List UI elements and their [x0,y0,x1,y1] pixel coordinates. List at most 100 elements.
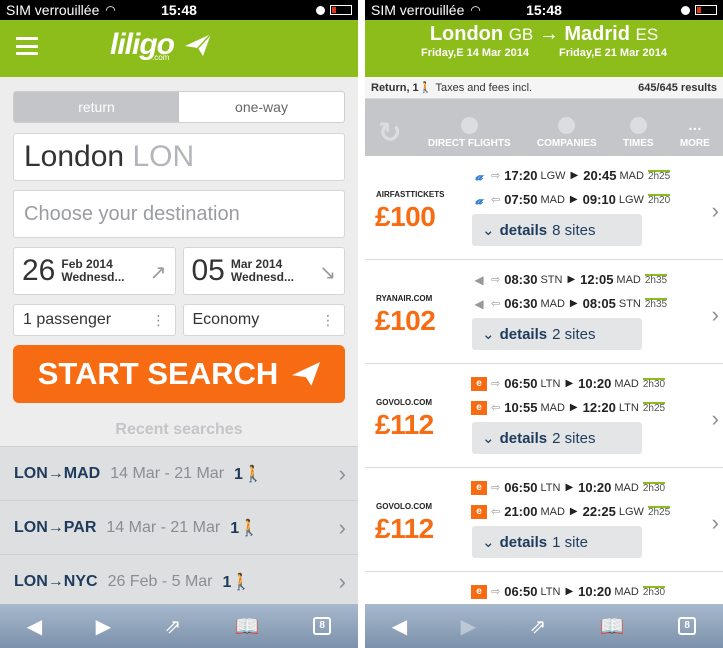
airline-name: AIRFASTTICKETS [376,190,445,199]
filter-times[interactable]: TIMES [623,117,654,149]
arrow-icon: ▶ [565,378,574,389]
more-vertical-icon: ⋮ [151,311,166,328]
inbound-date: Friday,E 21 Mar 2014 [559,47,668,59]
chevron-right-icon: › [711,302,719,327]
filter-bar: ↻ DIRECT FLIGHTS COMPANIES TIMES … MORE [365,99,723,156]
forward-icon: ▶ [460,615,477,638]
refresh-button[interactable]: ↻ [378,116,401,149]
tab-one-way[interactable]: one-way [179,92,344,122]
duration-label: 2h25 [642,402,666,414]
share-icon[interactable]: ⇗ [530,614,547,639]
menu-icon[interactable] [16,37,38,55]
duration-label: 2h25 [647,170,671,182]
airline-logo-icon: e [471,504,487,519]
tab-return[interactable]: return [14,92,179,122]
takeoff-icon: ⇨ [491,274,501,286]
share-icon[interactable]: ⇗ [165,614,182,639]
chevron-right-icon: › [711,406,719,431]
landing-icon: ⇦ [491,402,501,414]
recent-searches-title: Recent searches [115,421,243,438]
airline-logo-icon: 𝓪 [475,167,483,183]
chevron-down-icon: ⌄ [482,430,495,447]
person-icon: 🚶 [242,465,263,483]
filter-companies[interactable]: COMPANIES [537,117,597,149]
airline-logo-icon: ◀ [474,272,484,287]
person-icon: 🚶 [239,519,260,537]
landing-icon: ⇦ [491,194,501,206]
result-row[interactable]: GOVOLO.COM £112 e ⇨ 06:50 LTN ▶ 10:20 MAD 2h30 e ⇦ 1… [365,364,723,468]
back-icon[interactable]: ◀ [27,614,42,639]
chevron-right-icon: › [338,514,346,540]
details-button[interactable]: ⌄ details 8 sites [472,214,642,246]
recent-searches-list: LON→MAD 14 Mar - 21 Mar 1🚶 › LON→PAR 14 … [0,446,358,608]
tabs-icon[interactable]: 8 [678,617,697,635]
arrow-icon: ▶ [569,506,578,517]
landing-icon: ⇦ [491,506,501,518]
results-count: 645/645 results [638,81,717,94]
airline-logo-icon: e [471,376,487,391]
arrow-icon: ▶ [565,586,574,597]
recent-search-item[interactable]: LON→NYC 26 Feb - 5 Mar 1🚶 › [0,554,358,608]
app-logo: liligo .com [110,28,212,62]
takeoff-icon: ⇨ [491,170,501,182]
back-icon[interactable]: ◀ [392,614,407,639]
arrow-icon: ▶ [569,298,578,309]
flight-leg: 𝓪 ⇦ 07:50 MAD ▶ 09:10 LGW 2h20 [471,192,671,207]
carrier-label: SIM verrouillée [371,2,465,18]
result-row[interactable]: AIRFASTTICKETS £100 𝓪 ⇨ 17:20 LGW ▶ 20:45 MAD 2h2… [365,156,723,260]
duration-label: 2h35 [644,274,668,286]
filter-more[interactable]: … MORE [680,117,710,149]
airline-logo-icon: e [471,584,487,599]
return-date-field[interactable]: 05 Mar 2014 Wednesd... ↘ [182,247,345,295]
airline-logo-icon: e [471,400,487,415]
duration-label: 2h30 [642,482,666,494]
result-row[interactable]: RYANAIR.COM £102 ◀ ⇨ 08:30 STN ▶ 12:05 MAD 2h35 ◀ ⇦… [365,260,723,364]
flight-leg: e ⇦ 21:00 MAD ▶ 22:25 LGW 2h25 [471,504,671,519]
origin-code: LON [132,140,195,173]
bookmarks-icon[interactable]: 📖 [235,614,260,639]
more-vertical-icon: ⋮ [321,311,335,328]
price-label: £112 [375,513,434,544]
chevron-right-icon: › [338,460,346,486]
flight-leg: ◀ ⇨ 08:30 STN ▶ 12:05 MAD 2h35 [471,272,668,287]
search-screen: SIM verrouillée ◠ 15:48 liligo .com retu… [0,0,358,648]
arrow-down-right-icon: ↘ [319,262,336,284]
forward-icon[interactable]: ▶ [96,614,111,639]
price-label: £112 [375,409,434,440]
filter-direct-flights[interactable]: DIRECT FLIGHTS [428,117,511,149]
cabin-select[interactable]: Economy ⋮ [182,304,345,336]
route-title: London GB → Madrid ES [429,23,659,45]
passenger-select[interactable]: 1 passenger ⋮ [13,304,176,336]
chevron-down-icon: ⌄ [482,222,495,239]
browser-toolbar: ◀ ▶ ⇗ 📖 8 [0,604,358,648]
origin-field[interactable]: London LON [13,133,345,181]
details-button[interactable]: ⌄ details 2 sites [472,422,642,454]
landing-icon: ⇦ [491,298,501,310]
result-row[interactable]: GOVOLO.COM £112 e ⇨ 06:50 LTN ▶ 10:20 MAD 2h30 e ⇦ 2… [365,468,723,572]
recent-search-item[interactable]: LON→PAR 14 Mar - 21 Mar 1🚶 › [0,500,358,554]
carrier-label: SIM verrouillée [6,2,100,18]
price-label: £102 [375,305,436,336]
arrow-icon: ▶ [565,482,574,493]
chevron-down-icon: ⌄ [482,326,495,343]
bookmarks-icon[interactable]: 📖 [600,614,625,639]
airline-logo-icon: ◀ [474,296,484,311]
takeoff-icon: ⇨ [491,482,501,494]
duration-label: 2h30 [642,378,666,390]
details-button[interactable]: ⌄ details 1 site [472,526,642,558]
more-icon: … [687,117,702,133]
duration-label: 2h20 [647,194,671,206]
details-button[interactable]: ⌄ details 2 sites [472,318,642,350]
start-search-button[interactable]: START SEARCH [13,345,345,403]
arrow-up-right-icon: ↗ [149,262,167,284]
rotation-lock-icon [681,5,690,15]
recent-search-item[interactable]: LON→MAD 14 Mar - 21 Mar 1🚶 › [0,446,358,500]
duration-label: 2h30 [642,586,666,598]
rotation-lock-icon [316,5,325,15]
flight-leg: e ⇨ 06:50 LTN ▶ 10:20 MAD 2h30 [471,584,666,599]
depart-date-field[interactable]: 26 Feb 2014 Wednesd... ↗ [13,247,176,295]
battery-icon [695,5,717,15]
destination-field[interactable]: Choose your destination [13,190,345,238]
airline-name: GOVOLO.COM [376,398,432,407]
tabs-icon[interactable]: 8 [313,617,332,635]
